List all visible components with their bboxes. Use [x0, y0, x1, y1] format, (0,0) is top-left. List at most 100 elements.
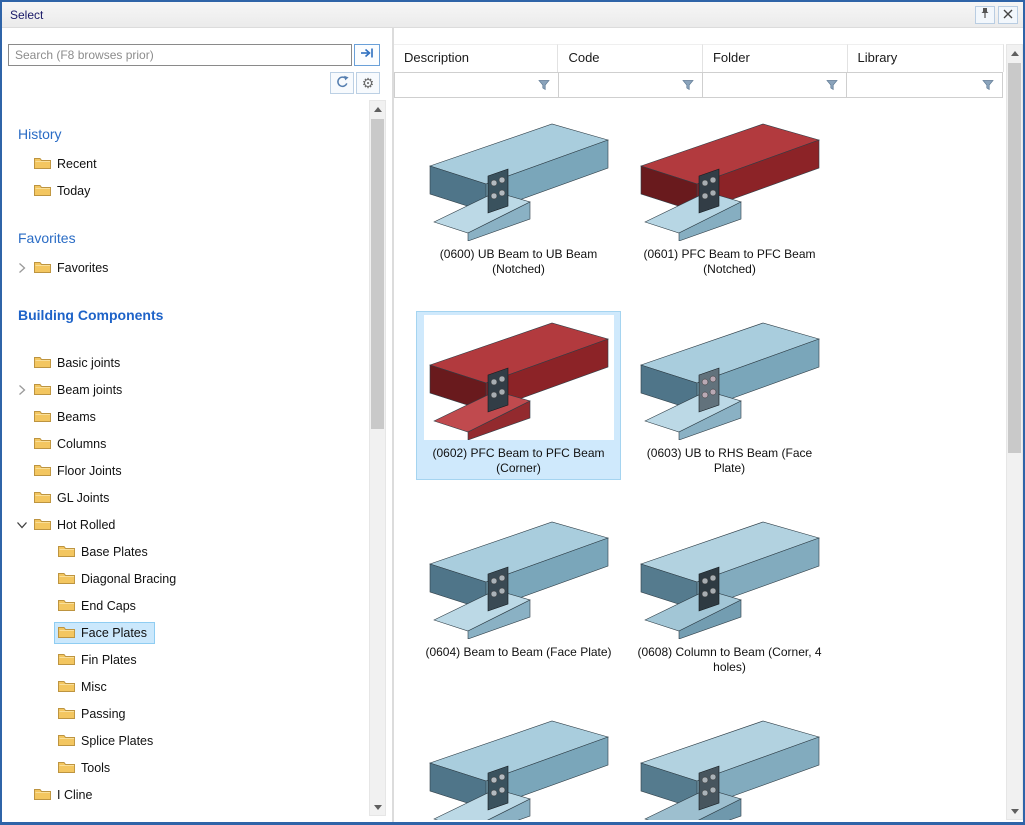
scroll-down-icon[interactable] [370, 799, 385, 815]
tree-row-inner[interactable]: Tools [54, 757, 118, 779]
sidebar-item-hot-rolled[interactable]: Hot Rolled [2, 511, 364, 538]
sidebar-item-misc[interactable]: Misc [2, 673, 364, 700]
tree-row-inner[interactable]: End Caps [54, 595, 144, 617]
sidebar-item-beams[interactable]: Beams [2, 403, 364, 430]
filter-funnel-icon[interactable] [534, 75, 554, 95]
tree-row-inner[interactable]: Misc [54, 676, 115, 698]
filter-funnel-icon[interactable] [978, 75, 998, 95]
folder-icon [34, 409, 51, 425]
column-header-library[interactable]: Library [848, 44, 1004, 72]
sidebar-item-today[interactable]: Today [2, 177, 364, 204]
tree-row-inner[interactable]: Floor Joints [30, 460, 130, 482]
folder-tree: HistoryRecentTodayFavoritesFavoritesBuil… [2, 100, 364, 822]
settings-button[interactable]: ⚙ [356, 72, 380, 94]
tree-scrollbar[interactable] [369, 100, 386, 816]
tree-row-inner[interactable]: Basic joints [30, 352, 128, 374]
column-header-description[interactable]: Description [394, 44, 558, 72]
tree-row-inner[interactable]: Diagonal Bracing [54, 568, 184, 590]
tree-section-history: History [18, 126, 364, 142]
sidebar-item-basic-joints[interactable]: Basic joints [2, 349, 364, 376]
column-header-folder[interactable]: Folder [703, 44, 848, 72]
column-filter-library[interactable] [846, 72, 1003, 98]
sidebar-item-base-plates[interactable]: Base Plates [2, 538, 364, 565]
search-go-button[interactable] [354, 44, 380, 66]
tree-row-inner[interactable]: Splice Plates [54, 730, 161, 752]
sidebar-item-label: Columns [57, 437, 106, 451]
sidebar-item-face-plates[interactable]: Face Plates [2, 619, 364, 646]
component-label: (0600) UB Beam to UB Beam (Notched) [420, 247, 617, 277]
pin-icon [979, 6, 991, 24]
component-card-0603-ub-to-rhs-beam-face-plate[interactable]: (0603) UB to RHS Beam (Face Plate) [627, 311, 832, 480]
sidebar-item-label: Floor Joints [57, 464, 122, 478]
component-thumbnail [424, 116, 614, 241]
tree-scrollbar-thumb[interactable] [371, 119, 384, 429]
tree-row-inner[interactable]: Recent [30, 153, 105, 175]
sidebar-item-floor-joints[interactable]: Floor Joints [2, 457, 364, 484]
tree-row-inner[interactable]: Beam joints [30, 379, 130, 401]
component-card-0602-pfc-beam-to-pfc-beam-corner[interactable]: (0602) PFC Beam to PFC Beam (Corner) [416, 311, 621, 480]
sidebar-item-columns[interactable]: Columns [2, 430, 364, 457]
sidebar-item-fin-plates[interactable]: Fin Plates [2, 646, 364, 673]
titlebar[interactable]: Select [2, 2, 1023, 28]
tree-row-inner[interactable]: Passing [54, 703, 133, 725]
component-card-0601-pfc-beam-to-pfc-beam-notched[interactable]: (0601) PFC Beam to PFC Beam (Notched) [627, 112, 832, 281]
filter-funnel-icon[interactable] [822, 75, 842, 95]
folder-icon [58, 598, 75, 614]
refresh-button[interactable] [330, 72, 354, 94]
tree-row-inner[interactable]: Hot Rolled [30, 514, 123, 536]
scroll-up-icon[interactable] [370, 101, 385, 117]
column-header-code[interactable]: Code [558, 44, 703, 72]
component-card-0600-ub-beam-to-ub-beam-notched[interactable]: (0600) UB Beam to UB Beam (Notched) [416, 112, 621, 281]
component-card-0604-beam-to-beam-face-plate[interactable]: (0604) Beam to Beam (Face Plate) [416, 510, 621, 679]
filter-funnel-icon[interactable] [678, 75, 698, 95]
sidebar-item-favorites[interactable]: Favorites [2, 254, 364, 281]
sidebar-item-splice-plates[interactable]: Splice Plates [2, 727, 364, 754]
tree-row-inner[interactable]: Base Plates [54, 541, 156, 563]
column-filter-code[interactable] [558, 72, 703, 98]
sidebar-item-label: Splice Plates [81, 734, 153, 748]
component-card-item[interactable] [627, 709, 832, 820]
folder-icon [58, 679, 75, 695]
chevron-right-icon[interactable] [14, 384, 30, 396]
scroll-down-icon[interactable] [1007, 803, 1022, 819]
sidebar-item-label: End Caps [81, 599, 136, 613]
folder-icon [58, 625, 75, 641]
component-panel: DescriptionCodeFolderLibrary (0600) UB B… [394, 28, 1023, 822]
sidebar-item-recent[interactable]: Recent [2, 150, 364, 177]
column-filter-folder[interactable] [702, 72, 847, 98]
sidebar-item-passing[interactable]: Passing [2, 700, 364, 727]
close-button[interactable] [998, 6, 1018, 24]
component-label: (0602) PFC Beam to PFC Beam (Corner) [420, 446, 617, 476]
tree-row-inner[interactable]: Fin Plates [54, 649, 145, 671]
search-input[interactable] [8, 44, 352, 66]
chevron-right-icon[interactable] [14, 262, 30, 274]
folder-icon [34, 382, 51, 398]
component-thumbnail [424, 315, 614, 440]
sidebar-item-i-cline[interactable]: I Cline [2, 781, 364, 808]
grid-scrollbar-thumb[interactable] [1008, 63, 1021, 453]
folder-icon [34, 183, 51, 199]
tree-row-inner[interactable]: Favorites [30, 257, 116, 279]
folder-icon [34, 463, 51, 479]
pin-button[interactable] [975, 6, 995, 24]
sidebar-item-diagonal-bracing[interactable]: Diagonal Bracing [2, 565, 364, 592]
tree-row-inner[interactable]: I Cline [30, 784, 100, 806]
column-filter-description[interactable] [394, 72, 559, 98]
component-card-0608-column-to-beam-corner-4-holes[interactable]: (0608) Column to Beam (Corner, 4 holes) [627, 510, 832, 679]
tree-row-inner[interactable]: Today [30, 180, 98, 202]
grid-scrollbar[interactable] [1006, 44, 1023, 820]
column-filter-row [394, 72, 1004, 98]
scroll-up-icon[interactable] [1007, 45, 1022, 61]
component-card-item[interactable] [416, 709, 621, 820]
sidebar-item-beam-joints[interactable]: Beam joints [2, 376, 364, 403]
chevron-down-icon[interactable] [14, 521, 30, 529]
sidebar-item-gl-joints[interactable]: GL Joints [2, 484, 364, 511]
tree-row-inner[interactable]: Face Plates [54, 622, 155, 644]
sidebar-item-end-caps[interactable]: End Caps [2, 592, 364, 619]
folder-icon [58, 571, 75, 587]
tree-row-inner[interactable]: Columns [30, 433, 114, 455]
tree-row-inner[interactable]: GL Joints [30, 487, 117, 509]
tree-row-inner[interactable]: Beams [30, 406, 104, 428]
column-label-row: DescriptionCodeFolderLibrary [394, 44, 1004, 72]
sidebar-item-tools[interactable]: Tools [2, 754, 364, 781]
